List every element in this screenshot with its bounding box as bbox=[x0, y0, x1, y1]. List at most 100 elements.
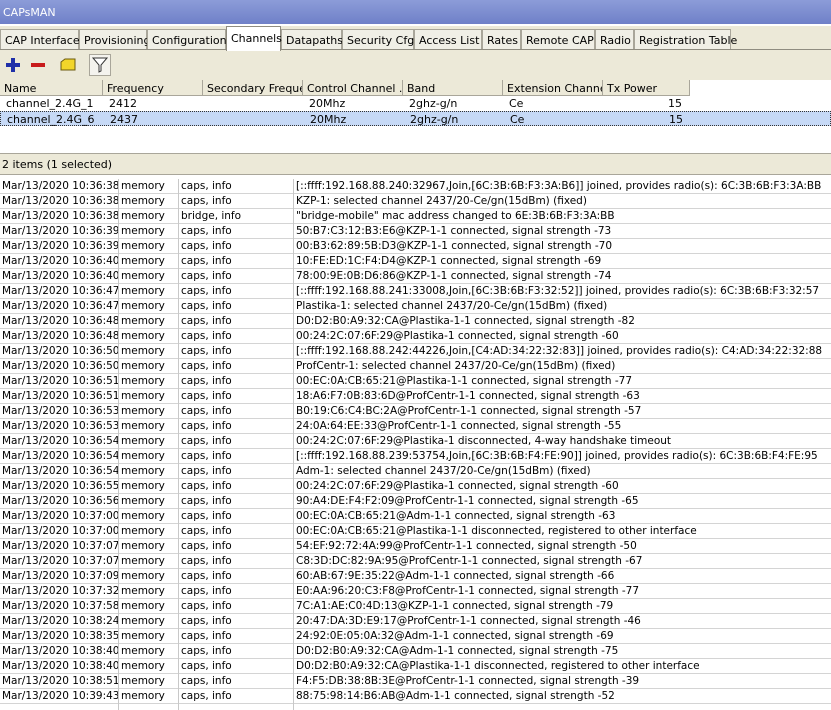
comment-button[interactable] bbox=[57, 54, 79, 76]
column-separator bbox=[293, 179, 294, 710]
status-bar: 2 items (1 selected) bbox=[0, 153, 831, 175]
tab-datapaths[interactable]: Datapaths bbox=[281, 29, 343, 49]
log-row[interactable]: Mar/13/2020 10:36:39 memory caps, info 50:B… bbox=[0, 224, 831, 239]
log-row[interactable]: Mar/13/2020 10:36:54 memory caps, info 00:2… bbox=[0, 434, 831, 449]
column-header[interactable]: Tx Power bbox=[603, 80, 690, 96]
log-topics: caps, info bbox=[181, 195, 232, 207]
column-header[interactable]: Secondary Freque... bbox=[203, 80, 303, 96]
tab-channels[interactable]: Channels bbox=[226, 26, 282, 51]
log-topics: caps, info bbox=[181, 495, 232, 507]
tab-access-list[interactable]: Access List bbox=[414, 29, 482, 49]
tab-registration-table[interactable]: Registration Table bbox=[634, 29, 737, 49]
log-row[interactable]: Mar/13/2020 10:36:55 memory caps, info 00:2… bbox=[0, 479, 831, 494]
log-row[interactable]: Mar/13/2020 10:36:53 memory caps, info 24:0… bbox=[0, 419, 831, 434]
table-row[interactable]: channel_2.4G_1 2412 20Mhz 2ghz-g/n Ce 15 bbox=[0, 96, 831, 111]
log-message: 20:47:DA:3D:E9:17@ProfCentr-1-1 connecte… bbox=[296, 615, 641, 627]
add-button[interactable] bbox=[2, 54, 24, 76]
log-buffer: memory bbox=[121, 390, 165, 402]
log-row[interactable]: Mar/13/2020 10:36:56 memory caps, info 90:A… bbox=[0, 494, 831, 509]
log-row[interactable]: Mar/13/2020 10:36:38 memory caps, info [::f… bbox=[0, 179, 831, 194]
log-topics: caps, info bbox=[181, 180, 232, 192]
log-row[interactable]: Mar/13/2020 10:36:39 memory caps, info 00:B… bbox=[0, 239, 831, 254]
log-row[interactable]: Mar/13/2020 10:38:40 memory caps, info D0:D… bbox=[0, 659, 831, 674]
log-topics: caps, info bbox=[181, 270, 232, 282]
log-topics: caps, info bbox=[181, 615, 232, 627]
log-row[interactable]: Mar/13/2020 10:36:47 memory caps, info Plas… bbox=[0, 299, 831, 314]
column-header[interactable]: Frequency bbox=[103, 80, 203, 96]
log-row[interactable]: Mar/13/2020 10:36:54 memory caps, info Adm-… bbox=[0, 464, 831, 479]
log-row[interactable]: Mar/13/2020 10:36:50 memory caps, info Prof… bbox=[0, 359, 831, 374]
log-row[interactable]: Mar/13/2020 10:36:48 memory caps, info 00:2… bbox=[0, 329, 831, 344]
log-buffer: memory bbox=[121, 345, 165, 357]
log-topics: caps, info bbox=[181, 255, 232, 267]
log-row[interactable]: Mar/13/2020 10:37:58 memory caps, info 7C:A… bbox=[0, 599, 831, 614]
log-message: 24:92:0E:05:0A:32@Adm-1-1 connected, sig… bbox=[296, 630, 614, 642]
log-row[interactable]: Mar/13/2020 10:36:47 memory caps, info [::f… bbox=[0, 284, 831, 299]
log-message: 88:75:98:14:B6:AB@Adm-1-1 connected, sig… bbox=[296, 690, 615, 702]
log-message: 50:B7:C3:12:B3:E6@KZP-1-1 connected, sig… bbox=[296, 225, 612, 237]
log-row[interactable]: Mar/13/2020 10:36:40 memory caps, info 10:F… bbox=[0, 254, 831, 269]
log-message: "bridge-mobile" mac address changed to 6… bbox=[296, 210, 615, 222]
log-buffer: memory bbox=[121, 600, 165, 612]
tab-cap-interface[interactable]: CAP Interface bbox=[0, 29, 80, 49]
toolbar bbox=[0, 50, 831, 80]
log-row[interactable]: Mar/13/2020 10:36:38 memory caps, info KZP-… bbox=[0, 194, 831, 209]
log-message: [::ffff:192.168.88.242:44226,Join,[C4:AD… bbox=[296, 345, 823, 357]
log-row[interactable]: Mar/13/2020 10:36:40 memory caps, info 78:0… bbox=[0, 269, 831, 284]
log-row[interactable]: Mar/13/2020 10:38:35 memory caps, info 24:9… bbox=[0, 629, 831, 644]
log-row[interactable]: Mar/13/2020 10:38:51 memory caps, info F4:F… bbox=[0, 674, 831, 689]
column-header[interactable]: Extension Channel bbox=[503, 80, 603, 96]
log-row[interactable]: Mar/13/2020 10:38:24 memory caps, info 20:4… bbox=[0, 614, 831, 629]
tab-radio[interactable]: Radio bbox=[595, 29, 634, 49]
log-row[interactable]: Mar/13/2020 10:39:43 memory caps, info 88:7… bbox=[0, 689, 831, 704]
tab-remote-cap[interactable]: Remote CAP bbox=[521, 29, 595, 49]
log-buffer: memory bbox=[121, 555, 165, 567]
tab-provisioning[interactable]: Provisioning bbox=[79, 29, 151, 49]
log-buffer: memory bbox=[121, 375, 165, 387]
log-row[interactable]: Mar/13/2020 10:37:07 memory caps, info 54:E… bbox=[0, 539, 831, 554]
column-header[interactable]: Control Channel ... bbox=[303, 80, 403, 96]
log-buffer: memory bbox=[121, 420, 165, 432]
column-header[interactable]: Band bbox=[403, 80, 503, 96]
log-topics: caps, info bbox=[181, 240, 232, 252]
log-buffer: memory bbox=[121, 225, 165, 237]
log-buffer: memory bbox=[121, 495, 165, 507]
log-message: C8:3D:DC:82:9A:95@ProfCentr-1-1 connecte… bbox=[296, 555, 643, 567]
log-row[interactable]: Mar/13/2020 10:36:53 memory caps, info B0:1… bbox=[0, 404, 831, 419]
log-topics: caps, info bbox=[181, 375, 232, 387]
window-title: CAPsMAN bbox=[3, 6, 56, 19]
log-row[interactable]: Mar/13/2020 10:37:07 memory caps, info C8:3… bbox=[0, 554, 831, 569]
log-row[interactable]: Mar/13/2020 10:36:51 memory caps, info 18:A… bbox=[0, 389, 831, 404]
log-row[interactable]: Mar/13/2020 10:37:00 memory caps, info 00:E… bbox=[0, 509, 831, 524]
table-row[interactable]: channel_2.4G_6 2437 20Mhz 2ghz-g/n Ce 15 bbox=[0, 111, 831, 126]
tab-security-cfg[interactable]: Security Cfg. bbox=[342, 29, 418, 49]
log-row[interactable]: Mar/13/2020 10:37:00 memory caps, info 00:E… bbox=[0, 524, 831, 539]
log-row[interactable]: Mar/13/2020 10:37:09 memory caps, info 60:A… bbox=[0, 569, 831, 584]
tab-rates[interactable]: Rates bbox=[482, 29, 521, 49]
remove-button[interactable] bbox=[27, 54, 49, 76]
channels-table: NameFrequencySecondary Freque...Control … bbox=[0, 80, 831, 153]
log-time: Mar/13/2020 10:38:35 bbox=[2, 630, 120, 642]
log-row[interactable]: Mar/13/2020 10:36:38 memory bridge, info "b… bbox=[0, 209, 831, 224]
log-time: Mar/13/2020 10:36:56 bbox=[2, 495, 120, 507]
log-time: Mar/13/2020 10:38:40 bbox=[2, 660, 120, 672]
log-time: Mar/13/2020 10:37:07 bbox=[2, 540, 120, 552]
log-topics: caps, info bbox=[181, 510, 232, 522]
log-row[interactable]: Mar/13/2020 10:36:48 memory caps, info D0:D… bbox=[0, 314, 831, 329]
log-time: Mar/13/2020 10:36:38 bbox=[2, 210, 120, 222]
log-row[interactable]: Mar/13/2020 10:36:50 memory caps, info [::f… bbox=[0, 344, 831, 359]
column-header[interactable]: Name bbox=[0, 80, 103, 96]
log-row[interactable]: Mar/13/2020 10:38:40 memory caps, info D0:D… bbox=[0, 644, 831, 659]
log-time: Mar/13/2020 10:38:24 bbox=[2, 615, 120, 627]
log-row[interactable]: Mar/13/2020 10:36:51 memory caps, info 00:E… bbox=[0, 374, 831, 389]
log-row[interactable]: Mar/13/2020 10:36:54 memory caps, info [::f… bbox=[0, 449, 831, 464]
tab-configurations[interactable]: Configurations bbox=[147, 29, 232, 49]
log-time: Mar/13/2020 10:36:40 bbox=[2, 270, 120, 282]
cell-tx-power: 15 bbox=[669, 113, 683, 126]
log-topics: caps, info bbox=[181, 450, 232, 462]
log-time: Mar/13/2020 10:36:48 bbox=[2, 330, 120, 342]
filter-button[interactable] bbox=[89, 54, 111, 76]
log-time: Mar/13/2020 10:36:39 bbox=[2, 225, 120, 237]
log-message: KZP-1: selected channel 2437/20-Ce/gn(15… bbox=[296, 195, 587, 207]
log-row[interactable]: Mar/13/2020 10:37:32 memory caps, info E0:A… bbox=[0, 584, 831, 599]
